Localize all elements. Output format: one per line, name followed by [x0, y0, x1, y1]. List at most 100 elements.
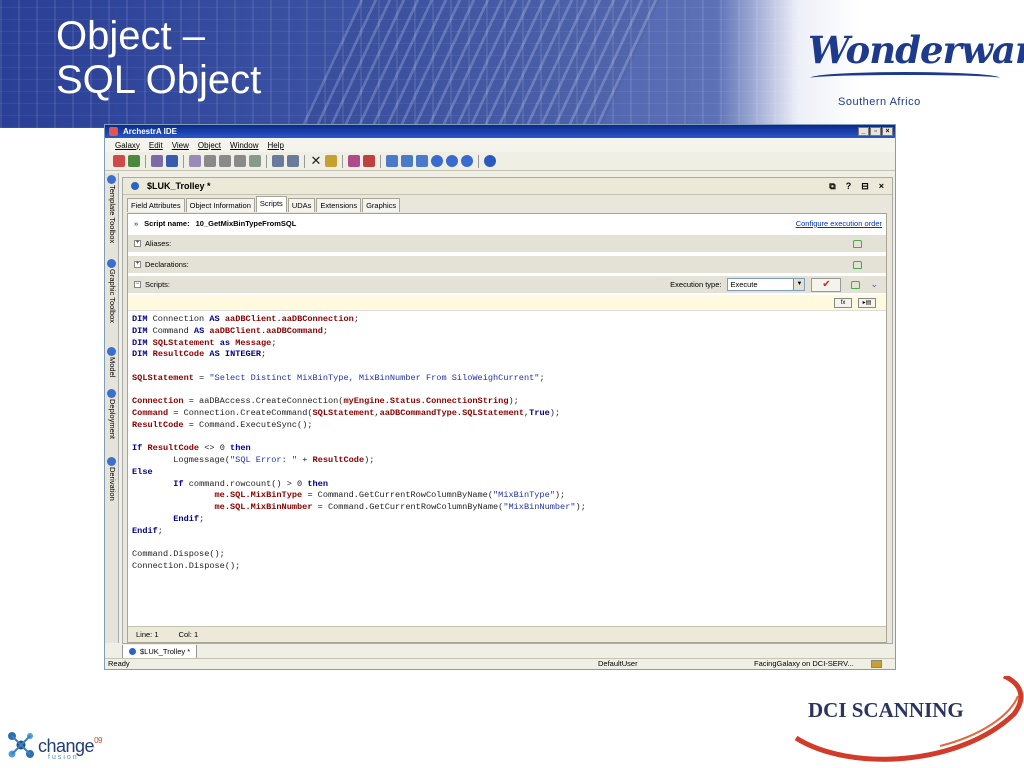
execution-type-value: Execute	[730, 280, 758, 289]
float-icon[interactable]: ⧉	[829, 181, 835, 192]
document-tab[interactable]: $LUK_Trolley *	[122, 645, 198, 659]
window-title: ArchestrA IDE	[123, 127, 177, 136]
edit-icon[interactable]	[151, 155, 163, 167]
expand-chevron-icon[interactable]: »	[134, 219, 138, 228]
close-editor-icon[interactable]: ×	[879, 181, 884, 192]
script-name-value[interactable]: 10_GetMixBinTypeFromSQL	[196, 219, 297, 228]
execution-type-label: Execution type:	[670, 280, 722, 289]
check-out-icon[interactable]	[219, 155, 231, 167]
slide-title-line2: SQL Object	[56, 58, 262, 102]
close-button[interactable]: ×	[882, 127, 893, 136]
collapse-chevron-icon[interactable]: ⌄	[870, 279, 878, 290]
tab-extensions[interactable]: Extensions	[316, 198, 362, 212]
check-in-icon[interactable]	[204, 155, 216, 167]
script-code-editor[interactable]: DIM Connection AS aaDBClient.aaDBConnect…	[132, 314, 872, 573]
menu-window[interactable]: Window	[230, 141, 258, 150]
menu-help[interactable]: Help	[267, 141, 283, 150]
delete-icon[interactable]: ✕	[310, 154, 322, 167]
deployment-view-icon[interactable]	[446, 155, 458, 167]
code-line: Connection = aaDBAccess.CreateConnection…	[132, 396, 519, 407]
menu-view[interactable]: View	[172, 141, 189, 150]
scripts-row[interactable]: − Scripts: Execution type: Execute ▼ ✔ ⌄	[128, 275, 886, 293]
side-tab-strip: Template Toolbox Graphic Toolbox Model D…	[105, 173, 119, 643]
dropdown-arrow-icon: ▼	[793, 279, 805, 290]
undo-checkout-icon[interactable]	[234, 155, 246, 167]
rename-icon[interactable]	[325, 155, 337, 167]
collapse-icon[interactable]: −	[134, 281, 141, 288]
lock-icon[interactable]	[853, 239, 862, 248]
tab-graphics[interactable]: Graphics	[362, 198, 401, 212]
tab-udas[interactable]: UDAs	[287, 198, 316, 212]
tab-derivation-label: Derivation	[108, 467, 117, 501]
toolbar-separator	[266, 154, 267, 168]
save-close-icon[interactable]: ⊟	[861, 181, 869, 192]
lock-icon[interactable]	[851, 280, 861, 289]
declarations-row[interactable]: + Declarations:	[128, 255, 886, 273]
security-icon[interactable]	[363, 155, 375, 167]
object-viewer-icon[interactable]	[401, 155, 413, 167]
document-tab-label: $LUK_Trolley *	[140, 647, 191, 656]
toolbar-separator	[342, 154, 343, 168]
minimize-button[interactable]: _	[858, 127, 869, 136]
view-icon[interactable]	[189, 155, 201, 167]
properties-icon[interactable]	[249, 155, 261, 167]
model-view-icon[interactable]	[431, 155, 443, 167]
tab-model[interactable]: Model	[106, 347, 118, 383]
tab-deployment[interactable]: Deployment	[106, 389, 118, 451]
tab-template-toolbox[interactable]: Template Toolbox	[106, 175, 118, 255]
status-user: DefaultUser	[598, 659, 638, 668]
tab-object-information[interactable]: Object Information	[185, 198, 255, 212]
code-line: DIM Connection AS aaDBClient.aaDBConnect…	[132, 314, 359, 324]
derivation-icon	[107, 457, 116, 466]
line-label: Line:	[136, 630, 153, 639]
expand-icon[interactable]: +	[134, 240, 141, 247]
tab-template-toolbox-label: Template Toolbox	[108, 185, 117, 244]
change-logo-sup: 09	[94, 736, 102, 745]
window-titlebar[interactable]: ArchestrA IDE _ ▫ ×	[105, 125, 895, 138]
galaxy-icon[interactable]	[113, 155, 125, 167]
script-name-label: Script name:	[144, 218, 190, 228]
editor-title: $LUK_Trolley *	[147, 181, 211, 191]
tab-scripts[interactable]: Scripts	[255, 196, 287, 212]
code-toolbar: fx ▸▤	[128, 295, 886, 311]
help-icon[interactable]: ?	[846, 181, 852, 192]
tab-field-attributes[interactable]: Field Attributes	[127, 198, 185, 212]
menu-galaxy[interactable]: Galaxy	[115, 141, 140, 150]
slide: Object – SQL Object Wonderware Southern …	[0, 0, 1024, 768]
tab-derivation[interactable]: Derivation	[106, 457, 118, 517]
code-line: DIM ResultCode AS INTEGER;	[132, 349, 267, 360]
change-logo-mark	[8, 732, 34, 758]
lock-icon[interactable]	[853, 260, 862, 269]
validate-script-button[interactable]: ✔	[811, 277, 842, 292]
find-icon[interactable]	[348, 155, 360, 167]
derivation-view-icon[interactable]	[461, 155, 473, 167]
menu-edit[interactable]: Edit	[149, 141, 163, 150]
menu-object[interactable]: Object	[198, 141, 221, 150]
execution-type-select[interactable]: Execute ▼	[727, 278, 806, 291]
restore-button[interactable]: ▫	[870, 127, 881, 136]
configure-execution-order-link[interactable]: Configure execution order	[796, 219, 882, 228]
deploy-icon[interactable]	[272, 155, 284, 167]
script-function-browser-button[interactable]: fx	[834, 298, 852, 308]
aliases-row[interactable]: + Aliases:	[128, 234, 886, 252]
open-icon[interactable]	[128, 155, 140, 167]
smc-icon[interactable]	[416, 155, 428, 167]
code-line: ResultCode = Command.ExecuteSync();	[132, 419, 313, 430]
galaxy-status-icon[interactable]	[871, 660, 882, 668]
help-icon[interactable]	[484, 155, 496, 167]
expand-icon[interactable]: +	[134, 261, 141, 268]
col-label: Col:	[178, 630, 192, 639]
col-value: 1	[193, 630, 199, 639]
galaxy-browser-icon[interactable]	[386, 155, 398, 167]
tab-graphic-toolbox-label: Graphic Toolbox	[108, 269, 117, 324]
code-line: DIM Command AS aaDBClient.aaDBCommand;	[132, 325, 329, 336]
change-logo-main: change	[38, 736, 95, 756]
code-line: Command = Connection.CreateCommand(SQLSt…	[132, 408, 561, 418]
attribute-browser-button[interactable]: ▸▤	[858, 298, 876, 308]
undeploy-icon[interactable]	[287, 155, 299, 167]
save-icon[interactable]	[166, 155, 178, 167]
tab-graphic-toolbox[interactable]: Graphic Toolbox	[106, 259, 118, 337]
